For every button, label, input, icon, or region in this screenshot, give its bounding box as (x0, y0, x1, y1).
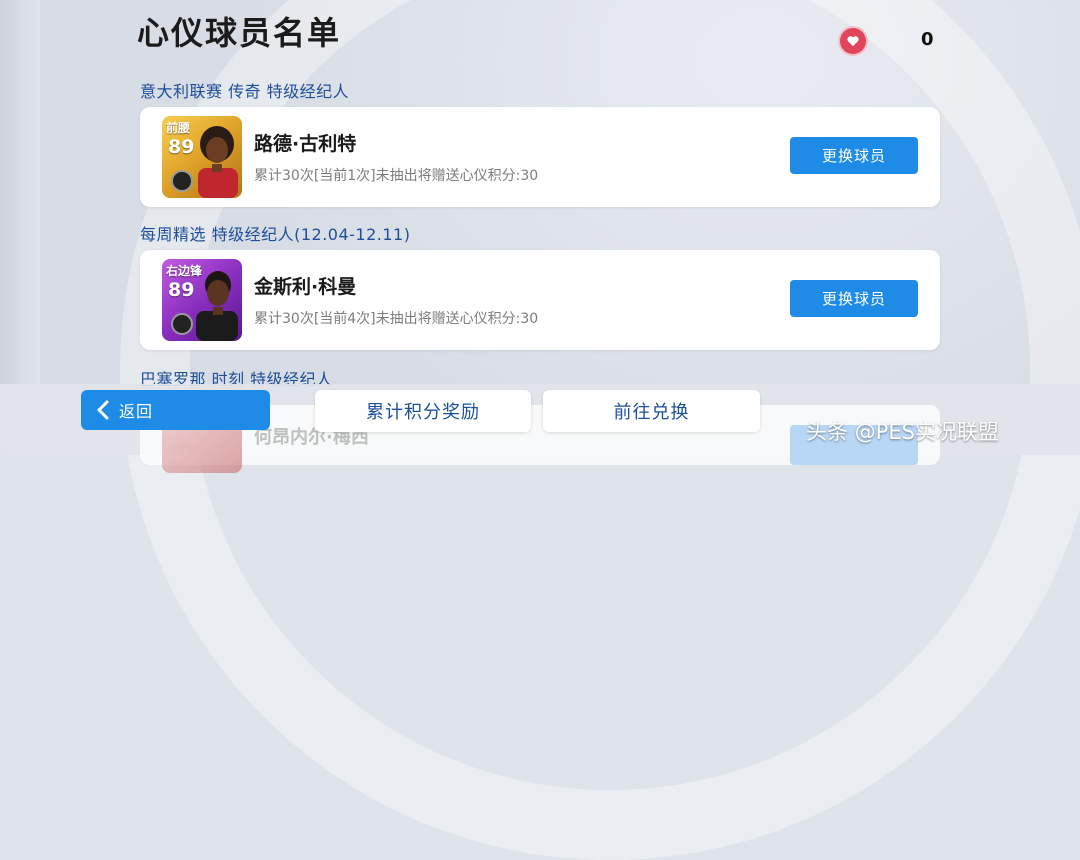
club-badge-icon (171, 313, 193, 335)
back-label: 返回 (119, 402, 154, 421)
player-portrait-icon (196, 271, 238, 341)
points-value: 0 (921, 29, 934, 50)
cumulative-rewards-button[interactable]: 累计积分奖励 (315, 390, 531, 432)
watermark: 头条 @PES实况联盟 (806, 420, 999, 444)
player-desc: 累计30次[当前4次]未抽出将赠送心仪积分:30 (254, 311, 539, 327)
player-card-thumbnail[interactable]: 前腰 89 (162, 116, 242, 198)
change-player-button[interactable]: 更换球员 (790, 280, 918, 317)
back-button[interactable]: 返回 (81, 390, 270, 430)
change-player-button[interactable]: 更换球员 (790, 137, 918, 174)
player-position: 前腰 (166, 121, 191, 135)
page-title: 心仪球员名单 (137, 14, 342, 52)
player-rating: 89 (168, 279, 195, 301)
player-name: 路德·古利特 (254, 133, 357, 155)
player-name: 金斯利·科曼 (254, 276, 357, 298)
heart-icon (840, 28, 866, 54)
player-row: 前腰 89 路德·古利特 累计30次[当前1次]未抽出将赠送心仪积分:30 更换… (140, 107, 940, 207)
player-card-thumbnail[interactable]: 右边锋 89 (162, 259, 242, 341)
section-label-weekly: 每周精选 特级经纪人(12.04-12.11) (140, 225, 411, 244)
go-exchange-button[interactable]: 前往兑换 (543, 390, 760, 432)
section-label-serie-a: 意大利联赛 传奇 特级经纪人 (140, 82, 350, 101)
player-rating: 89 (168, 136, 195, 158)
player-desc: 累计30次[当前1次]未抽出将赠送心仪积分:30 (254, 168, 539, 184)
club-badge-icon (171, 170, 193, 192)
player-portrait-icon (198, 126, 238, 198)
chevron-left-icon (97, 400, 109, 420)
player-row: 右边锋 89 金斯利·科曼 累计30次[当前4次]未抽出将赠送心仪积分:30 更… (140, 250, 940, 350)
